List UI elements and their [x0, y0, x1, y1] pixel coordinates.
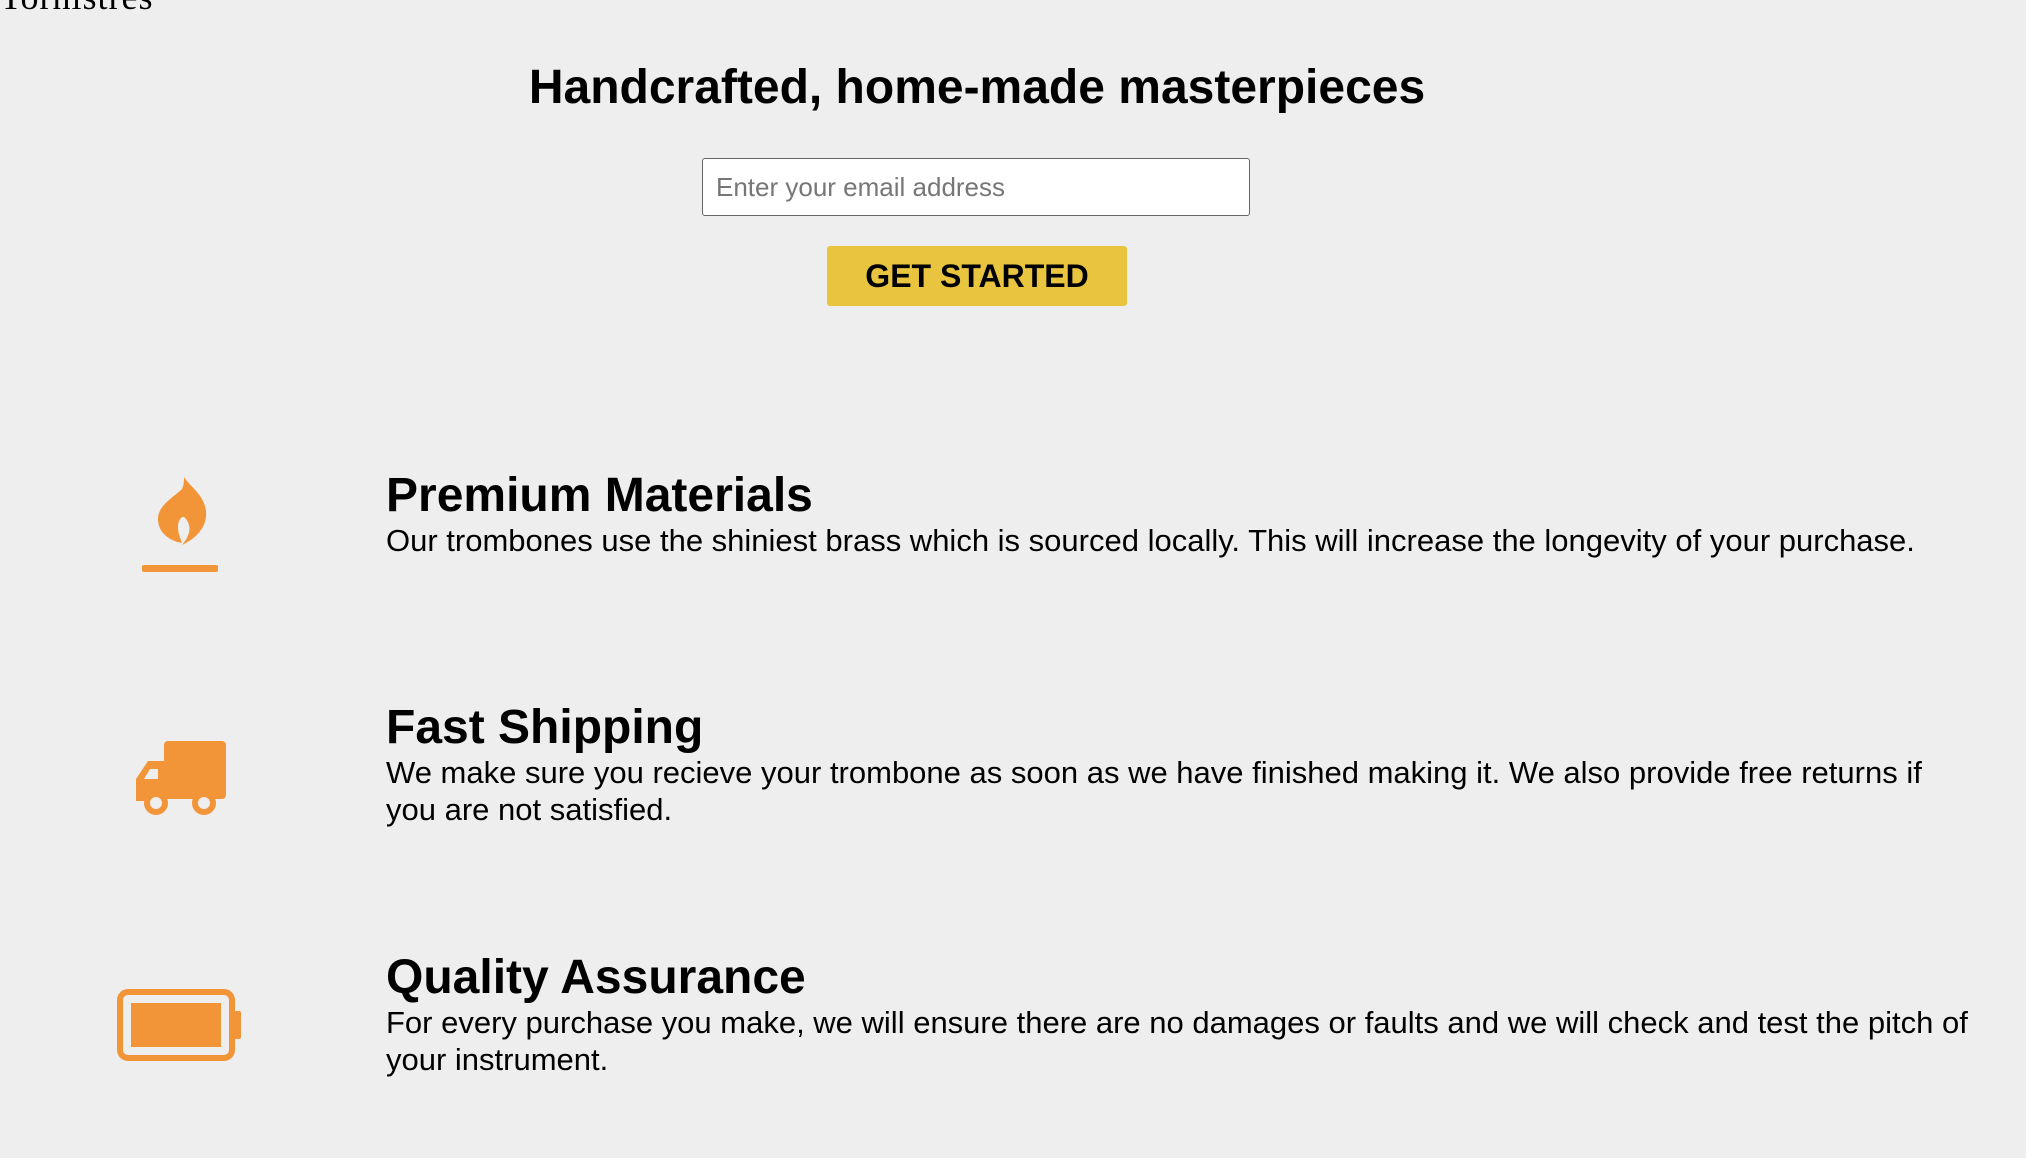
feature-text: Premium Materials Our trombones use the …: [386, 470, 1976, 559]
feature-title: Fast Shipping: [386, 701, 704, 754]
hero-title: Handcrafted, home-made masterpieces: [528, 61, 1426, 114]
feature-description: For every purchase you make, we will ens…: [386, 1005, 1968, 1077]
battery-icon: [100, 970, 260, 1080]
landing-page: Tornistres Handcrafted, home-made master…: [0, 0, 2026, 1158]
feature-text: Quality Assurance For every purchase you…: [386, 952, 1976, 1078]
get-started-button[interactable]: GET STARTED: [827, 246, 1127, 306]
email-input[interactable]: [702, 158, 1250, 216]
feature-title: Quality Assurance: [386, 951, 806, 1004]
flame-icon: [100, 470, 260, 580]
logo-text: Tornistres: [0, 0, 153, 18]
feature-description: Our trombones use the shiniest brass whi…: [386, 523, 1915, 558]
truck-icon: [100, 722, 260, 832]
feature-description: We make sure you recieve your trombone a…: [386, 755, 1922, 827]
feature-title: Premium Materials: [386, 469, 813, 522]
feature-text: Fast Shipping We make sure you recieve y…: [386, 702, 1976, 828]
